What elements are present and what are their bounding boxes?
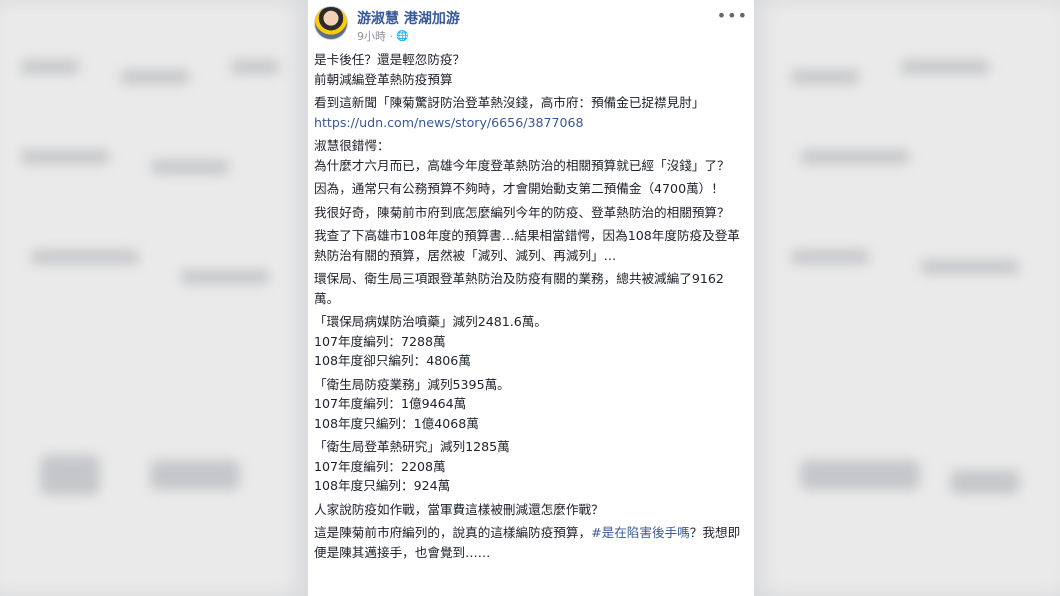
post-paragraph: 人家說防疫如作戰，當軍費這樣被刪減還怎麼作戰？ bbox=[314, 501, 604, 517]
author-name[interactable]: 游淑慧 港湖加游 bbox=[357, 8, 460, 28]
hashtag-link[interactable]: #是在陷害後手嗎 bbox=[591, 525, 690, 540]
post-paragraph: 因為，通常只有公務預算不夠時，才會開始動支第二預備金（4700萬）！ bbox=[314, 181, 724, 196]
post-paragraph: 「衛生局登革熱研究」減列1285萬 107年度編列：2208萬 108年度只編列… bbox=[314, 439, 510, 493]
post-paragraph: 淑慧很錯愕： 為什麼才六月而已，高雄今年度登革熱防治的相關預算就已經「沒錢」了？ bbox=[314, 138, 730, 173]
post-paragraph: 看到這新聞「陳菊驚訝防治登革熱沒錢，高市府：預備金已捉襟見肘」 https://u… bbox=[314, 93, 746, 132]
blurred-text bbox=[150, 460, 240, 490]
post-paragraph: 環保局、衛生局三項跟登革熱防治及防疫有關的業務，總共被減編了9162萬。 bbox=[314, 271, 724, 306]
blurred-text bbox=[800, 460, 920, 490]
post-paragraph: 這是陳菊前市府編列的，說真的這樣編防疫預算，#是在陷害後手嗎？我想即便是陳其邁接… bbox=[314, 523, 746, 562]
blurred-text bbox=[230, 60, 280, 74]
avatar[interactable] bbox=[314, 6, 348, 40]
blurred-text bbox=[30, 250, 140, 264]
blurred-left-panel bbox=[0, 0, 298, 596]
blurred-text bbox=[790, 70, 860, 84]
post-text: 這是陳菊前市府編列的，說真的這樣編防疫預算， bbox=[314, 525, 592, 540]
post-paragraph: 是卡後任？還是輕忽防疫？ 前朝減編登革熱防疫預算 bbox=[314, 52, 466, 87]
facebook-post: 游淑慧 港湖加游 9小時 · 🌐 ••• 是卡後任？還是輕忽防疫？ 前朝減編登革… bbox=[308, 0, 754, 596]
globe-icon: 🌐 bbox=[396, 30, 409, 42]
post-meta: 9小時 · 🌐 bbox=[357, 28, 408, 44]
blurred-text bbox=[180, 270, 270, 284]
post-paragraph: 「環保局病媒防治噴藥」減列2481.6萬。 107年度編列：7288萬 108年… bbox=[314, 314, 547, 368]
blurred-right-panel bbox=[762, 0, 1060, 596]
post-body: 是卡後任？還是輕忽防疫？ 前朝減編登革熱防疫預算 看到這新聞「陳菊驚訝防治登革熱… bbox=[308, 44, 754, 562]
blurred-text bbox=[920, 260, 1020, 274]
post-text: 看到這新聞「陳菊驚訝防治登革熱沒錢，高市府：預備金已捉襟見肘」 bbox=[314, 95, 705, 110]
more-options-icon[interactable]: ••• bbox=[717, 6, 748, 25]
post-header: 游淑慧 港湖加游 9小時 · 🌐 ••• bbox=[308, 0, 754, 44]
blurred-text bbox=[150, 160, 230, 174]
post-time[interactable]: 9小時 · bbox=[357, 28, 393, 44]
blurred-text bbox=[20, 150, 110, 164]
news-link[interactable]: https://udn.com/news/story/6656/3877068 bbox=[314, 115, 584, 130]
blurred-text bbox=[950, 470, 1020, 494]
post-paragraph: 我查了下高雄市108年度的預算書…結果相當錯愕，因為108年度防疫及登革熱防治有… bbox=[314, 228, 740, 263]
blurred-text bbox=[900, 60, 990, 74]
blurred-text bbox=[800, 150, 910, 164]
blurred-text bbox=[120, 70, 190, 84]
blurred-text bbox=[20, 60, 80, 74]
blurred-text bbox=[40, 455, 100, 495]
blurred-text bbox=[790, 250, 870, 264]
post-paragraph: 「衛生局防疫業務」減列5395萬。 107年度編列：1億9464萬 108年度只… bbox=[314, 376, 510, 431]
post-paragraph: 我很好奇，陳菊前市府到底怎麼編列今年的防疫、登革熱防治的相關預算？ bbox=[314, 204, 730, 220]
